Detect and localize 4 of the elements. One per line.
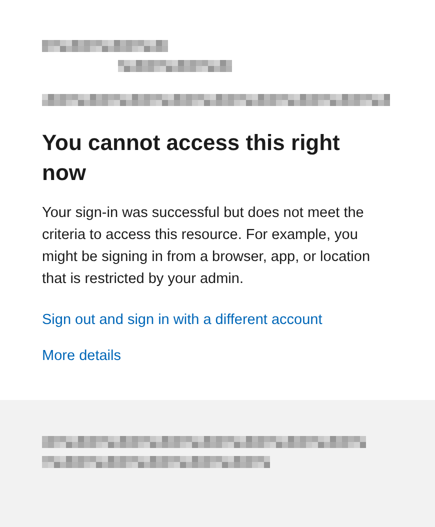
page-heading: You cannot access this right now [42,129,341,187]
text-link[interactable]: Sign out and sign in with a different account [42,310,322,330]
error-message: Your sign-in was successful but does not meet the criteria to access this resource. For example, you might be signing in from a browser, app, or location that is restricted by your admin. [42,204,372,289]
text-link[interactable]: More details [42,346,121,366]
